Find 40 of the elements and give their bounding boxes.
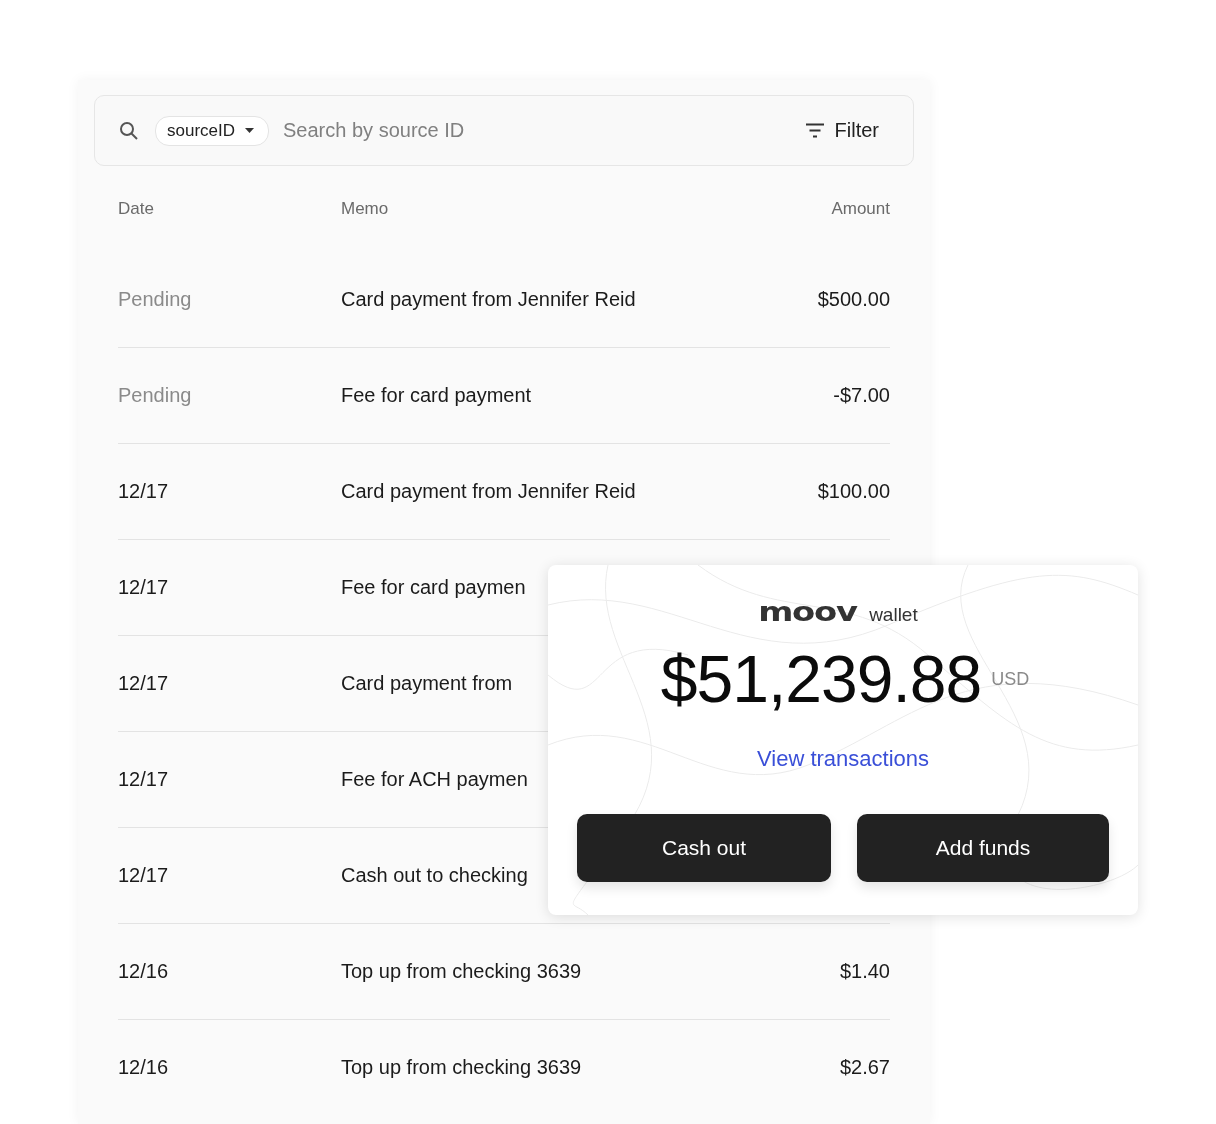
column-header: Memo [341, 199, 390, 219]
memo-cell-text: Card payment from [341, 672, 514, 695]
date-cell-text: 12/16 [118, 960, 170, 983]
memo-cell-text: Top up from checking 3639 [341, 960, 583, 983]
logo: moov [758, 598, 857, 625]
column-header: Date [118, 199, 155, 219]
column-header: Amount [831, 199, 890, 219]
balance-amount: $51,239.88 [660, 646, 982, 712]
amount-cell: -$7.00 [833, 384, 890, 407]
memo-cell-text: Fee for card payment [341, 384, 533, 407]
date-cell-text: 12/17 [118, 576, 170, 599]
amount-cell: $500.00 [817, 288, 890, 311]
date-cell-text: 12/17 [118, 864, 170, 887]
add-funds-button[interactable]: Add funds [857, 814, 1109, 882]
amount-cell: $100.00 [817, 480, 890, 503]
date-cell-text: 12/16 [118, 1056, 170, 1079]
search-bar[interactable]: sourceID Search by source ID Filter [94, 95, 914, 166]
filter-icon [804, 123, 825, 138]
date-cell-text: Pending [118, 288, 193, 311]
memo-cell-text: Card payment from Jennifer Reid [341, 288, 637, 311]
memo-cell-text: Fee for card paymen [341, 576, 527, 599]
search-field[interactable]: Search by source ID [283, 119, 805, 142]
memo-cell-text: Top up from checking 3639 [341, 1056, 583, 1079]
memo-cell-text: Cash out to checking [341, 864, 529, 887]
cash-out-button[interactable]: Cash out [577, 814, 831, 882]
date-cell-text: 12/17 [118, 672, 170, 695]
caret-icon [245, 128, 255, 133]
date-cell-text: 12/17 [118, 768, 170, 791]
view-transactions-link[interactable]: View transactions [757, 746, 929, 772]
currency-label: USD [991, 668, 1030, 690]
memo-cell-text: Card payment from Jennifer Reid [341, 480, 637, 503]
date-cell-text: 12/17 [118, 480, 170, 503]
amount-cell: $2.67 [839, 1056, 890, 1079]
date-cell-text: Pending [118, 384, 193, 407]
filter-button[interactable]: Filter [804, 119, 879, 142]
wallet-label: wallet [869, 604, 918, 626]
field-dropdown[interactable]: sourceID [155, 115, 270, 146]
memo-cell-text: Fee for ACH paymen [341, 768, 529, 791]
amount-cell: $1.40 [839, 960, 890, 983]
search-icon [119, 120, 139, 141]
